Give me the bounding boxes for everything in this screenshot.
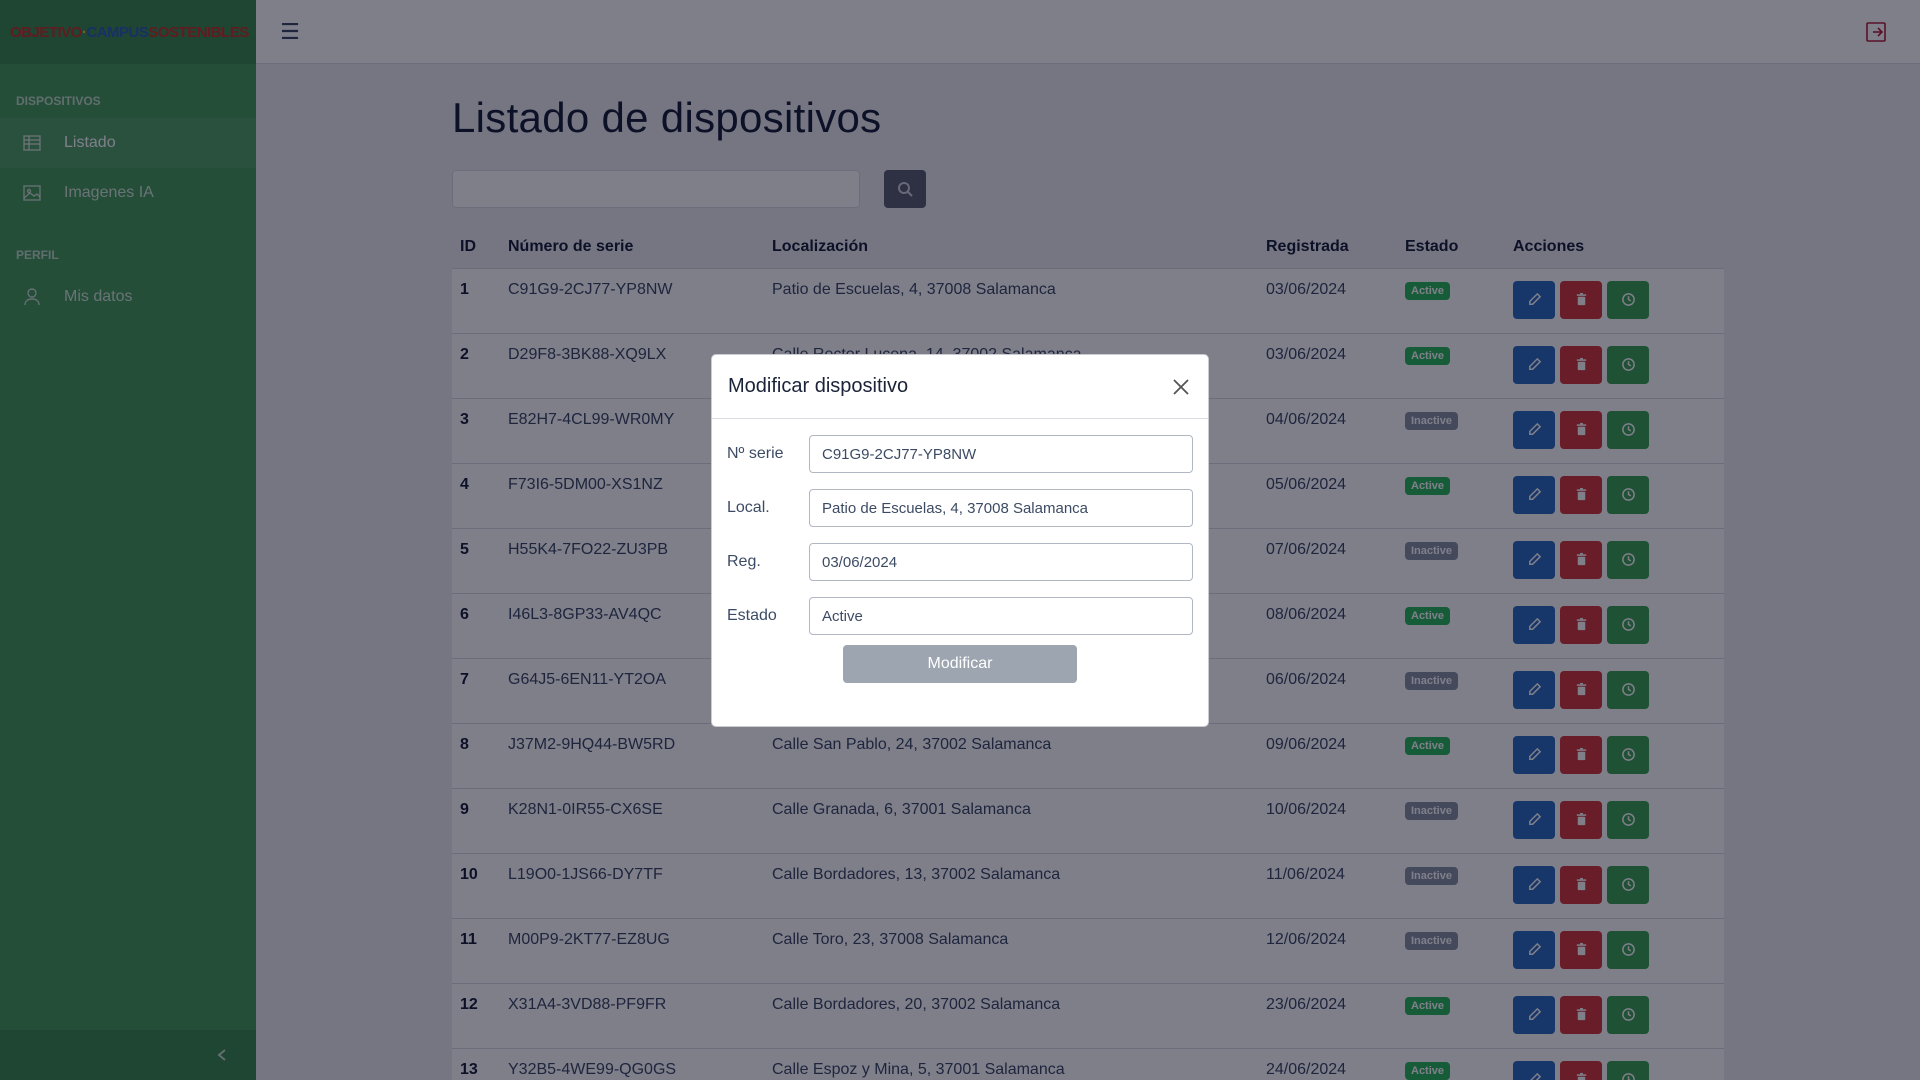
modify-button[interactable]: Modificar — [843, 645, 1077, 683]
status-label: Estado — [727, 607, 777, 624]
registered-label: Reg. — [727, 553, 761, 570]
form-row-status: Estado Active — [727, 597, 1193, 635]
registered-field[interactable]: 03/06/2024 — [809, 543, 1193, 581]
form-row-location: Local. Patio de Escuelas, 4, 37008 Salam… — [727, 489, 1193, 527]
location-label: Local. — [727, 499, 770, 516]
edit-device-modal: Modificar dispositivo Nº serie C91G9-2CJ… — [711, 354, 1209, 727]
location-field[interactable]: Patio de Escuelas, 4, 37008 Salamanca — [809, 489, 1193, 527]
modal-body: Nº serie C91G9-2CJ77-YP8NW Local. Patio … — [712, 419, 1208, 683]
form-row-registered: Reg. 03/06/2024 — [727, 543, 1193, 581]
status-field[interactable]: Active — [809, 597, 1193, 635]
modal-title: Modificar dispositivo — [728, 375, 909, 397]
serial-field[interactable]: C91G9-2CJ77-YP8NW — [809, 435, 1193, 473]
serial-label: Nº serie — [727, 445, 784, 462]
modal-header: Modificar dispositivo — [712, 355, 1208, 419]
close-button[interactable] — [1170, 376, 1192, 398]
close-icon — [1173, 378, 1189, 395]
form-row-serial: Nº serie C91G9-2CJ77-YP8NW — [727, 435, 1193, 473]
submit-row: Modificar — [727, 645, 1193, 683]
